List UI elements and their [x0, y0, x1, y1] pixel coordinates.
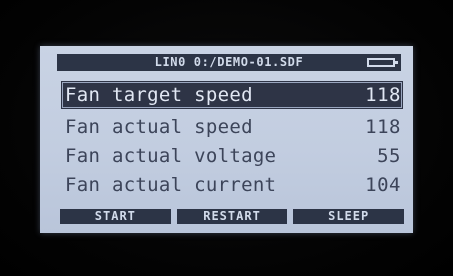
row-value: 118	[365, 84, 401, 106]
sleep-button[interactable]: SLEEP	[293, 209, 405, 224]
lcd-screen: LIN0 0:/DEMO-01.SDF Fan target speed 118…	[40, 46, 413, 233]
title-bar: LIN0 0:/DEMO-01.SDF	[57, 54, 401, 71]
restart-button[interactable]: RESTART	[176, 209, 288, 224]
list-item-fan-actual-speed[interactable]: Fan actual speed 118	[61, 113, 403, 141]
start-button[interactable]: START	[60, 209, 171, 224]
list-item-fan-actual-current[interactable]: Fan actual current 104	[61, 171, 403, 199]
softkey-bar: START RESTART SLEEP	[60, 209, 405, 224]
file-path-title: LIN0 0:/DEMO-01.SDF	[154, 55, 304, 69]
row-value: 118	[365, 116, 401, 138]
row-label: Fan actual speed	[65, 116, 253, 138]
row-label: Fan actual voltage	[65, 145, 277, 167]
list-item-fan-target-speed[interactable]: Fan target speed 118	[61, 81, 403, 109]
row-label: Fan target speed	[65, 84, 253, 106]
row-value: 104	[365, 174, 401, 196]
list-item-fan-actual-voltage[interactable]: Fan actual voltage 55	[61, 142, 403, 170]
row-label: Fan actual current	[65, 174, 277, 196]
device-bezel: LIN0 0:/DEMO-01.SDF Fan target speed 118…	[0, 0, 453, 276]
row-value: 55	[377, 145, 401, 167]
battery-icon	[367, 58, 398, 67]
